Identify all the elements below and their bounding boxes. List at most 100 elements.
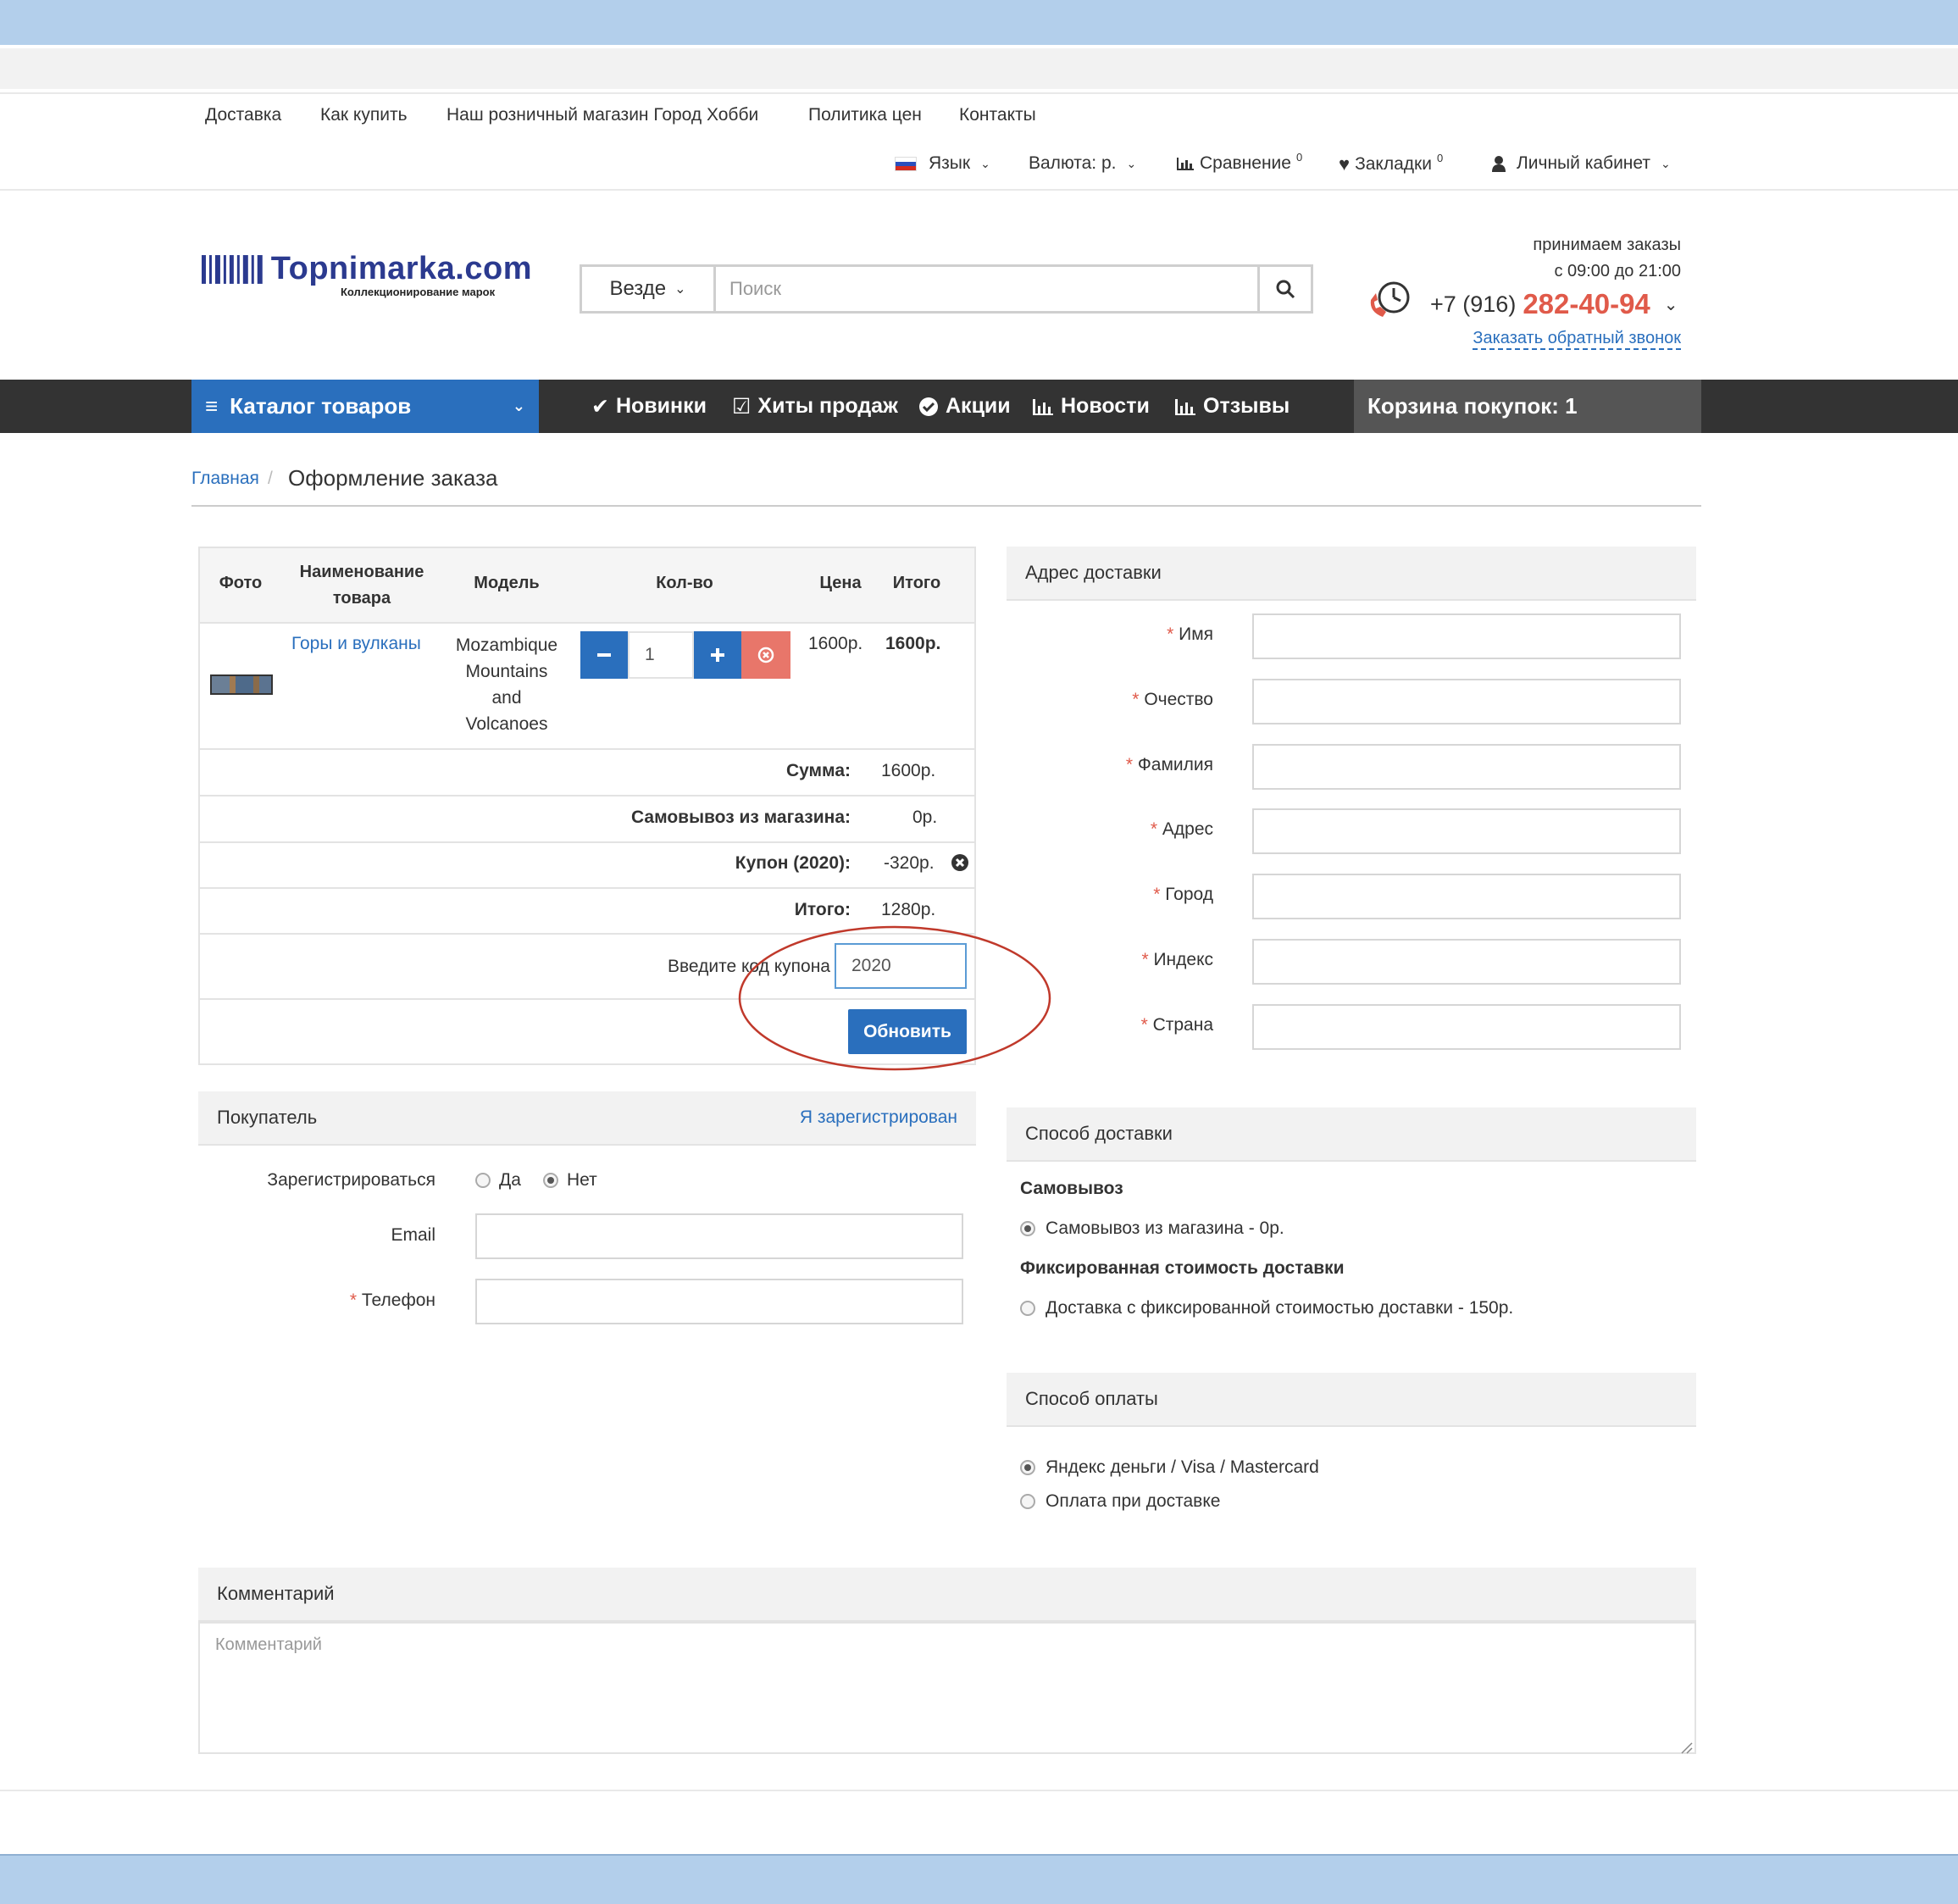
first-name-label-wrap: * Имя — [1017, 624, 1213, 645]
postcode-field[interactable] — [1252, 939, 1681, 985]
chevron-down-icon: ⌄ — [1663, 295, 1678, 314]
check-icon: ✔ — [591, 394, 609, 419]
header-name: Наименование товара — [299, 563, 424, 608]
country-field[interactable] — [1252, 1004, 1681, 1050]
address-label-wrap: * Адрес — [1017, 819, 1213, 840]
required-marker: * — [1141, 950, 1154, 969]
qty-minus-button[interactable] — [580, 631, 628, 679]
plus-icon — [711, 648, 724, 662]
shipping-group-fixed: Фиксированная стоимость доставки — [1020, 1258, 1345, 1278]
email-field[interactable] — [475, 1213, 963, 1259]
last-name-field[interactable] — [1252, 744, 1681, 790]
radio-selected-icon — [1020, 1460, 1035, 1475]
qty-plus-button[interactable] — [694, 631, 741, 679]
breadcrumb-home[interactable]: Главная — [191, 469, 259, 489]
callback-link[interactable]: Заказать обратный звонок — [1473, 329, 1681, 350]
breadcrumb-separator: / — [268, 469, 273, 488]
phone-number[interactable]: +7 (916) 282-40-94 ⌄ — [1430, 288, 1678, 320]
payment-option-cod[interactable]: Оплата при доставке — [1020, 1491, 1220, 1512]
comment-textarea[interactable]: Комментарий — [198, 1622, 1696, 1754]
qty-input[interactable]: 1 — [628, 631, 694, 679]
city-field[interactable] — [1252, 874, 1681, 919]
nav-promotions[interactable]: Акции — [918, 380, 1011, 433]
address-field[interactable] — [1252, 808, 1681, 854]
top-link-delivery[interactable]: Доставка — [205, 105, 281, 125]
search-input[interactable]: Поиск — [716, 267, 1260, 311]
row-divider — [200, 622, 974, 624]
check-circle-icon — [919, 397, 938, 416]
remove-coupon-button[interactable] — [951, 853, 969, 877]
pickup-label: Самовывоз из магазина: — [631, 808, 851, 827]
catalog-label: Каталог товаров — [230, 393, 412, 419]
top-link-prices[interactable]: Политика цен — [808, 105, 922, 125]
hours-line2: с 09:00 до 21:00 — [1554, 262, 1681, 280]
chevron-down-icon: ⌄ — [674, 282, 686, 297]
top-link-store[interactable]: Наш розничный магазин Город Хобби — [447, 105, 758, 125]
top-link-how-to-buy[interactable]: Как купить — [320, 105, 408, 125]
close-circle-icon — [951, 854, 968, 871]
search-scope-select[interactable]: Везде ⌄ — [582, 267, 716, 311]
site-logo[interactable]: Topnimarka.com Коллекционирование марок — [202, 251, 532, 310]
language-selector[interactable]: Язык ⌄ — [895, 153, 990, 174]
grand-total-label: Итого: — [794, 900, 851, 919]
required-marker: * — [1153, 885, 1166, 904]
required-marker: * — [1150, 819, 1162, 839]
catalog-menu-button[interactable]: ≡ Каталог товаров ⌄ — [191, 380, 539, 433]
nav-bestsellers[interactable]: ☑ Хиты продаж — [732, 380, 898, 433]
phone-field[interactable] — [475, 1279, 963, 1324]
chevron-down-icon: ⌄ — [980, 156, 990, 170]
buyer-title: Покупатель — [217, 1107, 318, 1128]
last-name-label: Фамилия — [1137, 755, 1213, 774]
row-divider — [200, 748, 974, 750]
grand-total-value: 1280р. — [881, 900, 936, 919]
search-scope-label: Везде — [609, 277, 667, 300]
radio-selected-icon — [543, 1173, 558, 1188]
register-no-label: Нет — [567, 1170, 597, 1190]
user-icon — [1492, 156, 1506, 172]
register-label: Зарегистрироваться — [267, 1170, 435, 1190]
divider — [0, 189, 1958, 191]
minus-icon — [597, 653, 611, 657]
last-name-label-wrap: * Фамилия — [1017, 755, 1213, 775]
phone-prefix: +7 (916) — [1430, 291, 1517, 317]
currency-selector[interactable]: Валюта: р. ⌄ — [1029, 153, 1136, 174]
patronymic-field[interactable] — [1252, 679, 1681, 724]
logo-tagline: Коллекционирование марок — [341, 286, 496, 298]
compare-link[interactable]: Сравнение 0 — [1176, 151, 1302, 174]
nav-news[interactable]: Новости — [1032, 380, 1150, 433]
nav-new[interactable]: ✔ Новинки — [591, 380, 707, 433]
payment-option-yandex[interactable]: Яндекс деньги / Visa / Mastercard — [1020, 1457, 1319, 1478]
first-name-field[interactable] — [1252, 613, 1681, 659]
product-name-link[interactable]: Горы и вулканы — [291, 634, 421, 654]
register-yes-radio[interactable]: Да — [475, 1170, 521, 1191]
required-marker: * — [1125, 755, 1138, 774]
bookmarks-link[interactable]: ♥ Закладки 0 — [1339, 152, 1443, 175]
highlight-ellipse — [738, 925, 1051, 1071]
buyer-panel-header: Покупатель Я зарегистрирован — [198, 1091, 976, 1146]
product-model: Mozambique Mountains and Volcanoes — [455, 636, 558, 734]
nav-reviews[interactable]: Отзывы — [1174, 380, 1290, 433]
account-menu[interactable]: Личный кабинет ⌄ — [1491, 153, 1671, 174]
registered-link[interactable]: Я зарегистрирован — [800, 1107, 957, 1128]
remove-item-button[interactable] — [741, 631, 790, 679]
bookmarks-label: Закладки — [1355, 154, 1432, 174]
pickup-value: 0р. — [912, 808, 938, 827]
product-thumbnail[interactable] — [210, 674, 273, 695]
shipping-option-pickup[interactable]: Самовывоз из магазина - 0р. — [1020, 1218, 1284, 1239]
cart-button[interactable]: Корзина покупок: 1 — [1354, 380, 1701, 433]
search-button[interactable] — [1260, 267, 1311, 311]
register-no-radio[interactable]: Нет — [543, 1170, 597, 1191]
required-marker: * — [1167, 624, 1179, 644]
radio-selected-icon — [1020, 1221, 1035, 1236]
patronymic-label-wrap: * Очество — [1017, 690, 1213, 710]
resize-handle-icon[interactable] — [1679, 1739, 1693, 1759]
bar-chart-icon — [1175, 398, 1195, 415]
top-link-contacts[interactable]: Контакты — [959, 105, 1036, 125]
language-label: Язык — [929, 153, 971, 173]
shipping-option-fixed[interactable]: Доставка с фиксированной стоимостью дост… — [1020, 1298, 1513, 1318]
product-price: 1600р. — [808, 634, 863, 653]
payment-title: Способ оплаты — [1025, 1388, 1158, 1409]
currency-label: Валюта: р. — [1029, 153, 1117, 173]
radio-icon — [1020, 1301, 1035, 1316]
header-total: Итого — [892, 574, 941, 592]
